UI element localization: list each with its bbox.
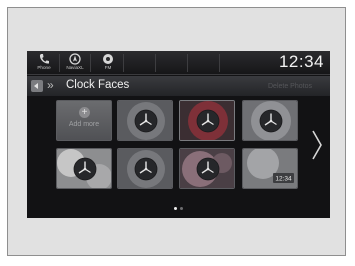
clock-face-preview bbox=[180, 101, 234, 140]
clock-face-tile[interactable] bbox=[117, 100, 173, 141]
clock-face-tile[interactable] bbox=[179, 100, 235, 141]
digital-clock-text: 12:34 bbox=[275, 176, 292, 183]
phone-label: Phone bbox=[37, 65, 51, 70]
status-divider bbox=[219, 54, 220, 72]
page-indicator-current bbox=[174, 207, 177, 210]
clock-face-preview bbox=[118, 101, 172, 140]
clock-face-preview bbox=[118, 149, 172, 188]
status-bar: Phone NaviaXL FM 12:34 bbox=[27, 51, 330, 75]
navigation-icon bbox=[69, 53, 81, 65]
clock-face-tile[interactable] bbox=[242, 100, 298, 141]
infotainment-screen: Phone NaviaXL FM 12:34 » Clock Faces Del… bbox=[27, 51, 330, 218]
radio-label: FM bbox=[104, 65, 112, 70]
add-more-tile[interactable]: + Add more bbox=[56, 100, 112, 141]
navigation-shortcut[interactable]: NaviaXL bbox=[62, 53, 88, 73]
clock-face-tile[interactable] bbox=[179, 148, 235, 189]
status-divider bbox=[155, 54, 156, 72]
clock-face-preview bbox=[57, 149, 111, 188]
add-icon: + bbox=[79, 107, 90, 118]
breadcrumb-chevron-icon: » bbox=[47, 78, 54, 92]
back-home-icon[interactable] bbox=[30, 79, 44, 93]
add-more-label: Add more bbox=[68, 121, 100, 128]
status-divider bbox=[123, 54, 124, 72]
page-indicator-other bbox=[180, 207, 183, 210]
clock-face-preview bbox=[243, 101, 297, 140]
status-divider bbox=[90, 54, 91, 72]
radio-icon bbox=[103, 54, 113, 64]
clock-face-preview bbox=[180, 149, 234, 188]
status-divider bbox=[59, 54, 60, 72]
next-page-arrow-icon[interactable] bbox=[308, 127, 324, 163]
delete-photos-button[interactable]: Delete Photos bbox=[253, 80, 327, 93]
phone-icon bbox=[39, 54, 49, 64]
status-divider bbox=[187, 54, 188, 72]
title-bar: » Clock Faces Delete Photos bbox=[27, 76, 330, 96]
clock-face-tile[interactable] bbox=[56, 148, 112, 189]
clock-face-tile[interactable] bbox=[117, 148, 173, 189]
status-clock: 12:34 bbox=[278, 52, 324, 71]
page-title: Clock Faces bbox=[66, 79, 130, 91]
phone-shortcut[interactable]: Phone bbox=[31, 53, 57, 73]
navigation-label: NaviaXL bbox=[66, 65, 84, 70]
clock-face-preview: 12:34 bbox=[243, 149, 297, 188]
radio-shortcut[interactable]: FM bbox=[95, 53, 121, 73]
clock-face-tile[interactable]: 12:34 bbox=[242, 148, 298, 189]
